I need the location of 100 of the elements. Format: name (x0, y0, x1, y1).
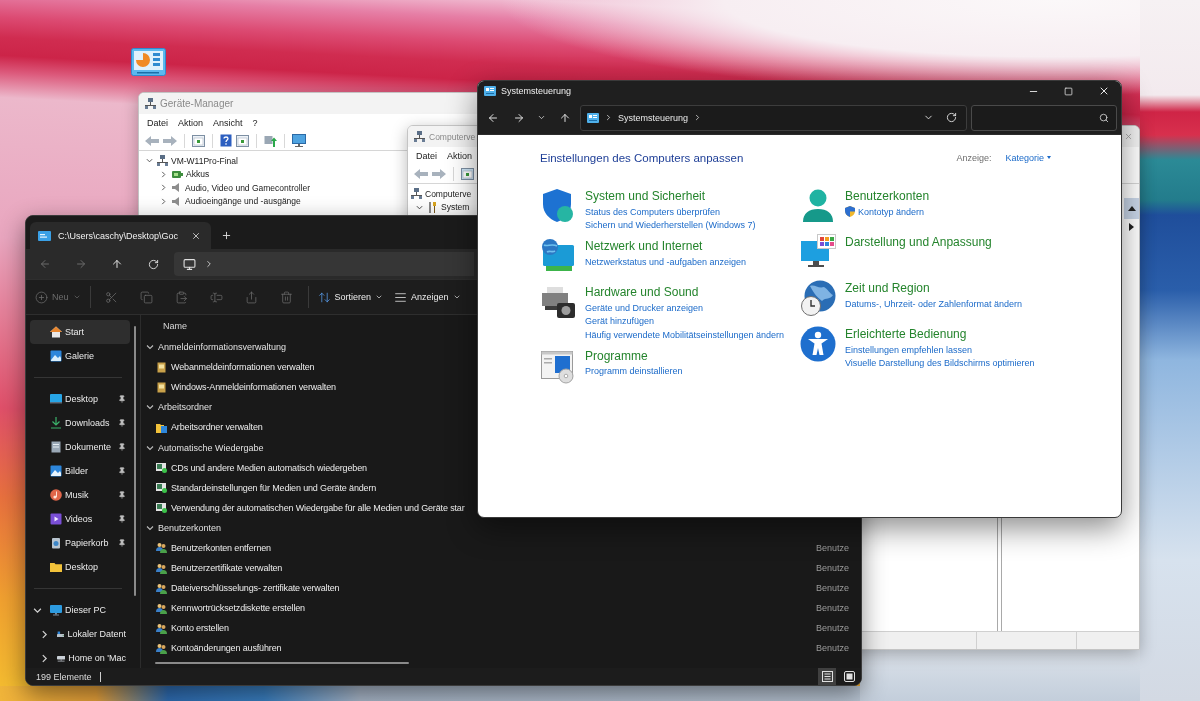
chevron-right-icon[interactable] (40, 629, 49, 639)
task-link[interactable]: Sichern und Wiederherstellen (Windows 7) (585, 220, 756, 231)
forward-icon (512, 111, 525, 124)
menu-item[interactable]: Aktion (442, 150, 478, 161)
back-arrow-icon[interactable] (414, 168, 428, 179)
file-name[interactable]: Arbeitsordner verwalten (171, 422, 263, 433)
file-name[interactable]: CDs und andere Medien automatisch wiedergeben (171, 462, 367, 473)
category-link[interactable]: Programme (585, 347, 683, 364)
menu-item[interactable]: Datei (411, 150, 442, 161)
sidebar-item[interactable]: Musik (30, 483, 130, 507)
category-link[interactable]: Benutzerkonten (845, 188, 930, 204)
menu-item[interactable]: Aktion (173, 117, 209, 128)
category-link[interactable]: Darstellung und Anpassung (845, 234, 992, 250)
scrollbar-thumb[interactable] (155, 662, 409, 665)
browser-tab[interactable]: C:\Users\caschy\Desktop\Goc (30, 222, 211, 249)
caret-right-icon[interactable] (1129, 223, 1134, 231)
window-icon[interactable] (461, 167, 474, 180)
breadcrumb-item[interactable]: Systemsteuerung (617, 112, 688, 123)
file-name[interactable]: Benutzerzertifikate verwalten (171, 563, 283, 574)
task-link[interactable]: Status des Computers überprüfen (585, 206, 721, 217)
chevron-down-icon[interactable] (146, 523, 154, 532)
group-header[interactable]: Arbeitsordner (158, 402, 213, 413)
file-name[interactable]: Standardeinstellungen für Medien und Geräte ändern (171, 482, 377, 493)
tree-item[interactable]: System (415, 200, 470, 214)
scissors-icon (105, 290, 118, 304)
group-header[interactable]: Anmeldeinformationsverwaltung (158, 342, 287, 353)
tree-item[interactable]: Audio, Video und Gamecontroller (159, 181, 311, 195)
speaker-icon (171, 195, 182, 207)
task-link[interactable]: Einstellungen empfehlen lassen (845, 344, 973, 355)
sort-button[interactable]: Sortieren (315, 284, 386, 310)
back-arrow-icon[interactable] (145, 135, 159, 146)
up-icon (111, 258, 123, 270)
forward-arrow-icon[interactable] (163, 135, 177, 146)
item-count: 199 Elemente (36, 671, 92, 682)
view-mode-link[interactable]: Kategorie (1005, 152, 1051, 163)
file-name[interactable]: Windows-Anmeldeinformationen verwalten (171, 382, 336, 393)
task-link[interactable]: Häufig verwendete Mobilitätseinstellungen ändern (585, 329, 785, 340)
sidebar-item[interactable]: Desktop (30, 387, 130, 411)
sidebar-item[interactable]: Dokumente (30, 435, 130, 459)
sidebar-item[interactable]: Start (30, 320, 130, 344)
sidebar-item[interactable]: Papierkorb (30, 531, 130, 555)
tab-title: C:\Users\caschy\Desktop\Goc (58, 230, 180, 241)
help-icon[interactable] (220, 134, 232, 147)
up-icon (558, 111, 571, 124)
chevron-right-icon[interactable] (40, 653, 49, 663)
file-name[interactable]: Benutzerkonten entfernen (171, 543, 271, 553)
device-tree-icon (157, 155, 168, 167)
sidebar-item[interactable]: Galerie (30, 344, 130, 368)
tree-item[interactable]: Computerve (411, 187, 472, 201)
monitor-icon[interactable] (292, 134, 306, 147)
sidebar-item[interactable]: Lokaler Datent (30, 622, 130, 646)
file-name[interactable]: Verwendung der automatischen Wiedergabe für alle Medien und Geräte star (171, 502, 465, 513)
collapse-button[interactable] (1124, 198, 1139, 219)
menu-item[interactable]: ? (247, 117, 263, 128)
category-link[interactable]: Hardware und Sound (585, 284, 785, 300)
view-button[interactable]: Anzeigen (392, 284, 463, 310)
task-link[interactable]: Geräte und Drucker anzeigen (585, 302, 704, 313)
file-name[interactable]: Konto erstellen (171, 623, 229, 634)
column-header[interactable]: Name (163, 321, 187, 331)
desktop-app-icon[interactable] (131, 48, 166, 76)
sidebar-item[interactable]: Downloads (30, 411, 130, 435)
file-name[interactable]: Kontoänderungen ausführen (171, 643, 282, 654)
menu-item[interactable]: Datei (142, 117, 173, 128)
file-name[interactable]: Webanmeldeinformationen verwalten (171, 362, 315, 373)
task-link[interactable]: Visuelle Darstellung des Bildschirms optimieren (845, 358, 1035, 369)
sidebar-item[interactable]: Desktop (30, 555, 130, 579)
sidebar-item[interactable]: Home on 'Mac (30, 646, 130, 670)
task-link[interactable]: Gerät hinzufügen (585, 316, 655, 327)
task-link[interactable]: Kontotyp ändern (858, 206, 925, 217)
category-link[interactable]: Zeit und Region (845, 280, 1023, 296)
sidebar-item[interactable]: Videos (30, 507, 130, 531)
task-link[interactable]: Datums-, Uhrzeit- oder Zahlenformat ändern (845, 298, 1023, 309)
category-link[interactable]: Netzwerk und Internet (585, 238, 747, 254)
chevron-down-icon[interactable] (146, 403, 154, 412)
details-view-button[interactable] (818, 668, 836, 685)
window-icon[interactable] (236, 134, 249, 147)
window-icon[interactable] (192, 134, 205, 147)
address-bar[interactable]: Systemsteuerung (579, 104, 968, 131)
task-link[interactable]: Programm deinstallieren (585, 366, 683, 377)
music-icon (50, 489, 62, 501)
chevron-down-icon[interactable] (146, 343, 154, 352)
sidebar-item[interactable]: Dieser PC (30, 598, 130, 622)
forward-arrow-icon[interactable] (432, 168, 446, 179)
driver-update-icon[interactable] (264, 134, 277, 147)
category-link[interactable]: Erleichterte Bedienung (845, 326, 1035, 342)
tree-item[interactable]: VM-W11Pro-Final (145, 154, 238, 168)
group-header[interactable]: Benutzerkonten (158, 522, 222, 533)
sidebar-item[interactable]: Bilder (30, 459, 130, 483)
search-field[interactable] (971, 104, 1117, 131)
group-header[interactable]: Automatische Wiedergabe (158, 442, 264, 453)
task-link[interactable]: Netzwerkstatus und -aufgaben anzeigen (585, 256, 747, 267)
tree-item[interactable]: Audioeingänge und -ausgänge (159, 194, 301, 208)
file-name[interactable]: Dateiverschlüsselungs- zertifikate verwalten (171, 583, 340, 594)
tree-item[interactable]: Akkus (159, 167, 210, 181)
chevron-down-icon[interactable] (33, 605, 42, 615)
scrollbar-thumb[interactable] (134, 326, 136, 596)
menu-item[interactable]: Ansicht (208, 117, 248, 128)
category-link[interactable]: System und Sicherheit (585, 188, 756, 204)
chevron-down-icon[interactable] (146, 443, 154, 452)
file-name[interactable]: Kennwortrücksetzdiskette erstellen (171, 603, 305, 614)
